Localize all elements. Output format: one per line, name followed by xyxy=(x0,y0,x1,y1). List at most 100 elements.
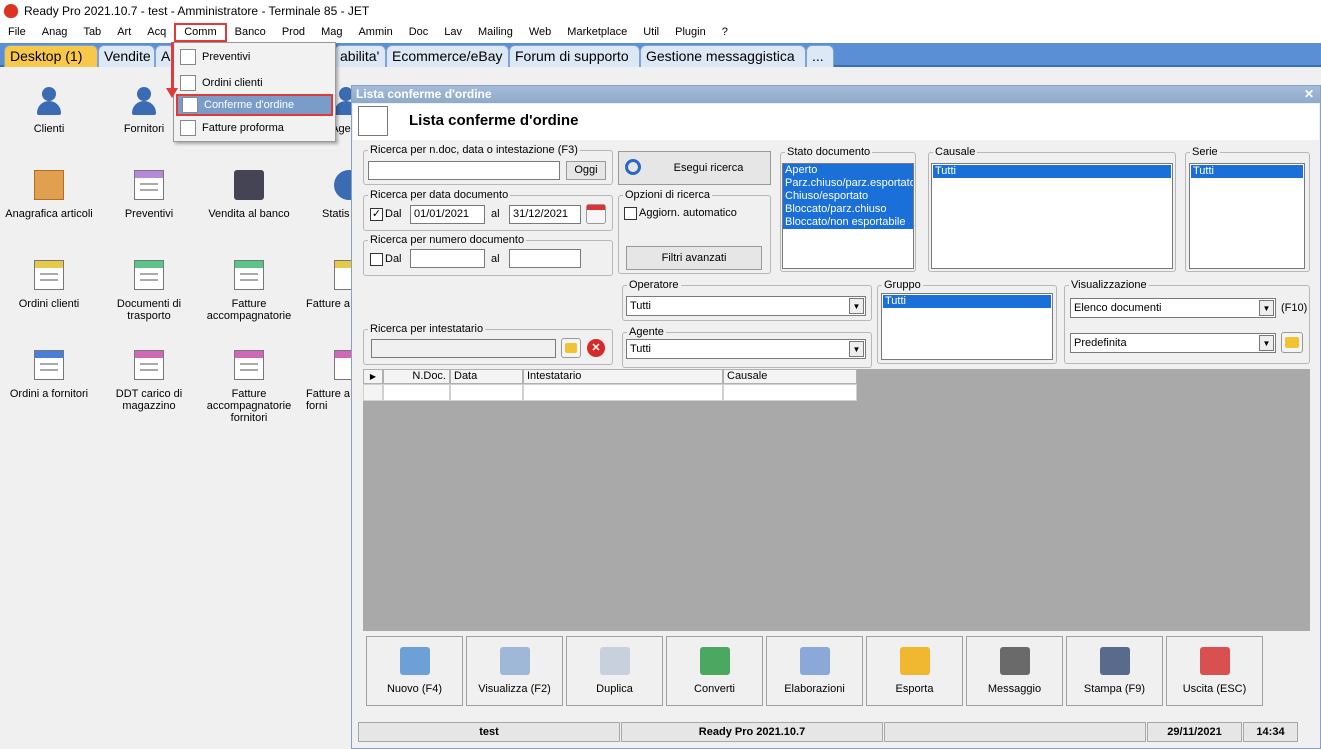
menu-mag[interactable]: Mag xyxy=(313,23,350,42)
close-icon[interactable]: ✕ xyxy=(1304,86,1314,103)
desktop-fatture-accomp-fornitori[interactable]: Fatture accompagnatorie fornitori xyxy=(204,350,294,424)
messaggio-button[interactable]: Messaggio xyxy=(966,636,1063,706)
desktop-ddt-carico[interactable]: DDT carico di magazzino xyxy=(104,350,194,412)
menu-help[interactable]: ? xyxy=(714,23,736,42)
gruppo-item[interactable]: Tutti xyxy=(883,295,1051,308)
table-cell[interactable] xyxy=(450,384,523,401)
intestatario-input[interactable] xyxy=(371,339,556,358)
tab-vendite[interactable]: Vendite xyxy=(98,45,155,67)
uscita-button[interactable]: Uscita (ESC) xyxy=(1166,636,1263,706)
stato-item[interactable]: Parz.chiuso/parz.esportato xyxy=(783,177,913,190)
tab-messaggistica[interactable]: Gestione messaggistica xyxy=(640,45,806,67)
number-checkbox[interactable] xyxy=(370,253,383,266)
desktop-clienti[interactable]: Clienti xyxy=(4,85,94,135)
calendar-icon[interactable] xyxy=(586,204,606,224)
menu-doc[interactable]: Doc xyxy=(401,23,437,42)
col-data[interactable]: Data xyxy=(450,369,523,384)
stato-item[interactable]: Chiuso/esportato xyxy=(783,190,913,203)
table-row[interactable] xyxy=(363,384,383,401)
menu-item-preventivi[interactable]: Preventivi xyxy=(176,46,333,68)
desktop-statistiche[interactable]: Statis xyxy=(322,170,352,220)
desktop-anagrafica-label: Anagrafica articoli xyxy=(5,208,93,220)
folder-icon[interactable] xyxy=(561,338,581,358)
menu-tab[interactable]: Tab xyxy=(75,23,109,42)
converti-button[interactable]: Converti xyxy=(666,636,763,706)
esegui-ricerca-button[interactable]: Esegui ricerca xyxy=(618,151,771,185)
chevron-down-icon[interactable]: ▼ xyxy=(1259,335,1274,351)
menu-item-conferme-ordine[interactable]: Conferme d'ordine xyxy=(176,94,333,116)
date-checkbox[interactable]: ✓ xyxy=(370,208,383,221)
menu-web[interactable]: Web xyxy=(521,23,559,42)
tab-desktop[interactable]: Desktop (1) xyxy=(4,45,98,67)
visualizza-button[interactable]: Visualizza (F2) xyxy=(466,636,563,706)
col-ndoc[interactable]: N.Doc. xyxy=(383,369,450,384)
gruppo-list[interactable]: Tutti xyxy=(881,293,1053,360)
desktop-fatture-accompagnatorie[interactable]: Fatture accompagnatorie xyxy=(204,260,294,322)
menu-anag[interactable]: Anag xyxy=(34,23,76,42)
menu-acq[interactable]: Acq xyxy=(139,23,174,42)
number-from-input[interactable] xyxy=(410,249,485,268)
stato-list[interactable]: Aperto Parz.chiuso/parz.esportato Chiuso… xyxy=(782,163,914,269)
menu-file[interactable]: File xyxy=(0,23,34,42)
tab-more[interactable]: ... xyxy=(806,45,834,67)
nuovo-button[interactable]: Nuovo (F4) xyxy=(366,636,463,706)
serie-list[interactable]: Tutti xyxy=(1189,163,1305,269)
col-intestatario[interactable]: Intestatario xyxy=(523,369,723,384)
tab-contabilita[interactable]: abilita' xyxy=(334,45,386,67)
date-from-input[interactable]: 01/01/2021 xyxy=(410,205,485,224)
stampa-button[interactable]: Stampa (F9) xyxy=(1066,636,1163,706)
menu-item-ordini-clienti[interactable]: Ordini clienti xyxy=(176,72,333,94)
desktop-vendita-banco[interactable]: Vendita al banco xyxy=(204,170,294,220)
agente-select[interactable]: Tutti ▼ xyxy=(626,339,866,359)
page-title: Lista conferme d'ordine xyxy=(409,112,579,129)
oggi-button[interactable]: Oggi xyxy=(566,161,606,180)
clear-icon[interactable]: ✕ xyxy=(587,339,605,357)
table-cell[interactable] xyxy=(723,384,857,401)
stato-item[interactable]: Aperto xyxy=(783,164,913,177)
col-causale[interactable]: Causale xyxy=(723,369,857,384)
menu-comm[interactable]: Comm xyxy=(174,23,227,42)
desktop-preventivi[interactable]: Preventivi xyxy=(104,170,194,220)
chevron-down-icon[interactable]: ▼ xyxy=(849,298,864,314)
folder-icon[interactable] xyxy=(1281,332,1303,353)
desktop-fatture-a[interactable]: Fatture a xyxy=(306,260,352,310)
desktop-ordini-clienti[interactable]: Ordini clienti xyxy=(4,260,94,310)
menu-marketplace[interactable]: Marketplace xyxy=(559,23,635,42)
documents-grid[interactable]: ▶ N.Doc. Data Intestatario Causale xyxy=(363,369,1310,631)
elaborazioni-button[interactable]: Elaborazioni xyxy=(766,636,863,706)
menu-item-fatture-proforma[interactable]: Fatture proforma xyxy=(176,117,333,139)
desktop-ordini-fornitori[interactable]: Ordini a fornitori xyxy=(4,350,94,400)
aggiorn-checkbox[interactable] xyxy=(624,207,637,220)
duplica-button[interactable]: Duplica xyxy=(566,636,663,706)
menu-ammin[interactable]: Ammin xyxy=(350,23,400,42)
tab-ecommerce[interactable]: Ecommerce/eBay xyxy=(386,45,509,67)
operatore-select[interactable]: Tutti ▼ xyxy=(626,296,866,316)
menu-prod[interactable]: Prod xyxy=(274,23,313,42)
visualizzazione-select[interactable]: Elenco documenti ▼ xyxy=(1070,298,1276,318)
chevron-down-icon[interactable]: ▼ xyxy=(1259,300,1274,316)
stato-item[interactable]: Bloccato/parz.chiuso xyxy=(783,203,913,216)
filtri-avanzati-button[interactable]: Filtri avanzati xyxy=(626,246,762,270)
causale-item[interactable]: Tutti xyxy=(933,165,1171,178)
table-cell[interactable] xyxy=(523,384,723,401)
causale-list[interactable]: Tutti xyxy=(931,163,1173,269)
esporta-button[interactable]: Esporta xyxy=(866,636,963,706)
desktop-fatture-fornitori[interactable]: Fatture a forni xyxy=(306,350,352,412)
desktop-documenti-trasporto[interactable]: Documenti di trasporto xyxy=(104,260,194,322)
stato-item[interactable]: Bloccato/non esportabile xyxy=(783,216,913,229)
search-input[interactable] xyxy=(368,161,560,180)
date-to-input[interactable]: 31/12/2021 xyxy=(509,205,581,224)
menu-mailing[interactable]: Mailing xyxy=(470,23,521,42)
chevron-down-icon[interactable]: ▼ xyxy=(849,341,864,357)
desktop-anagrafica-articoli[interactable]: Anagrafica articoli xyxy=(4,170,94,220)
predefinita-select[interactable]: Predefinita ▼ xyxy=(1070,333,1276,353)
menu-art[interactable]: Art xyxy=(109,23,139,42)
menu-plugin[interactable]: Plugin xyxy=(667,23,714,42)
menu-lav[interactable]: Lav xyxy=(436,23,470,42)
tab-forum[interactable]: Forum di supporto xyxy=(509,45,640,67)
menu-banco[interactable]: Banco xyxy=(227,23,274,42)
number-to-input[interactable] xyxy=(509,249,581,268)
serie-item[interactable]: Tutti xyxy=(1191,165,1303,178)
menu-util[interactable]: Util xyxy=(635,23,667,42)
table-cell[interactable] xyxy=(383,384,450,401)
